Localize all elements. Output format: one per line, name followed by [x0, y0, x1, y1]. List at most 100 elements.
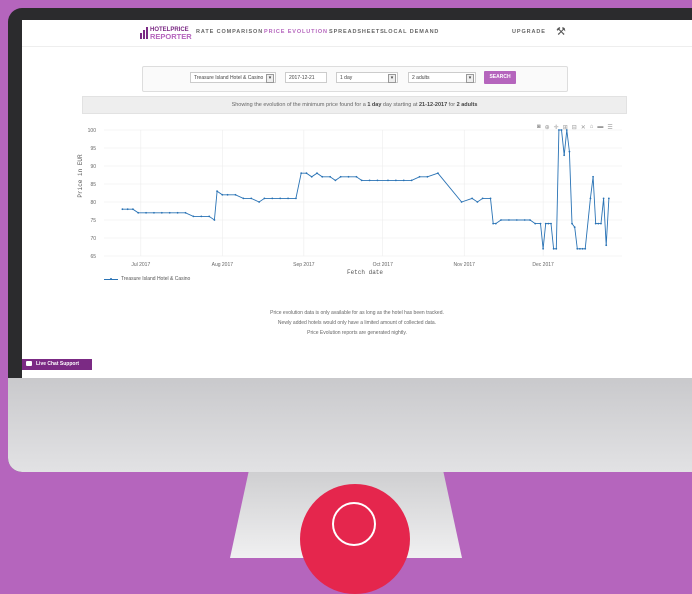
data-point[interactable]: [234, 193, 237, 196]
data-point[interactable]: [213, 219, 216, 221]
data-point[interactable]: [258, 201, 261, 203]
data-point[interactable]: [137, 211, 140, 214]
data-point[interactable]: [576, 247, 579, 250]
data-point[interactable]: [402, 179, 405, 182]
data-point[interactable]: [287, 197, 289, 200]
series-points: [121, 129, 610, 250]
live-chat-button[interactable]: Live Chat Support: [22, 359, 92, 370]
data-point[interactable]: [126, 208, 129, 211]
data-point[interactable]: [557, 129, 560, 131]
date-input[interactable]: 2017-12-21: [285, 72, 327, 83]
data-point[interactable]: [387, 179, 389, 182]
duration-select[interactable]: 1 day ▾: [336, 72, 398, 83]
data-point[interactable]: [471, 197, 474, 200]
hotel-select[interactable]: Treasure Island Hotel & Casino ▾: [190, 72, 276, 83]
data-point[interactable]: [279, 197, 282, 200]
data-point[interactable]: [316, 172, 318, 175]
data-point[interactable]: [523, 219, 526, 221]
data-point[interactable]: [160, 211, 163, 214]
data-point[interactable]: [542, 247, 545, 250]
data-point[interactable]: [605, 244, 608, 247]
data-point[interactable]: [360, 179, 363, 182]
data-point[interactable]: [208, 215, 211, 218]
data-point[interactable]: [418, 175, 421, 178]
data-point[interactable]: [460, 201, 463, 203]
data-point[interactable]: [216, 190, 218, 193]
data-point[interactable]: [515, 219, 518, 221]
data-point[interactable]: [492, 222, 495, 225]
data-point[interactable]: [271, 197, 274, 200]
data-point[interactable]: [494, 222, 497, 225]
data-point[interactable]: [226, 193, 229, 196]
tools-icon[interactable]: ⚒: [556, 25, 566, 38]
data-point[interactable]: [550, 222, 552, 225]
data-point[interactable]: [552, 247, 555, 250]
data-point[interactable]: [547, 222, 550, 225]
data-point[interactable]: [584, 247, 587, 250]
data-point[interactable]: [305, 172, 308, 175]
data-point[interactable]: [339, 175, 342, 178]
data-point[interactable]: [560, 129, 563, 131]
search-button[interactable]: SEARCH: [484, 71, 516, 84]
brand-logo[interactable]: HOTELPRICE REPORTER: [140, 25, 192, 41]
data-point[interactable]: [579, 247, 581, 250]
data-point[interactable]: [571, 222, 573, 225]
data-point[interactable]: [310, 175, 313, 178]
data-point[interactable]: [581, 247, 584, 250]
data-point[interactable]: [295, 197, 297, 200]
data-point[interactable]: [263, 197, 266, 200]
data-point[interactable]: [121, 208, 124, 211]
data-point[interactable]: [221, 193, 224, 196]
data-point[interactable]: [589, 197, 592, 200]
data-point[interactable]: [192, 215, 195, 218]
data-point[interactable]: [592, 175, 594, 178]
data-point[interactable]: [476, 201, 479, 203]
data-point[interactable]: [539, 222, 542, 225]
data-point[interactable]: [597, 222, 600, 225]
data-point[interactable]: [600, 222, 602, 225]
data-point[interactable]: [607, 197, 610, 200]
data-point[interactable]: [394, 179, 397, 182]
data-point[interactable]: [321, 175, 324, 178]
data-point[interactable]: [242, 197, 245, 200]
data-point[interactable]: [573, 226, 576, 229]
data-point[interactable]: [602, 197, 605, 200]
nav-spreadsheets[interactable]: SPREADSHEETS: [329, 29, 385, 35]
data-point[interactable]: [368, 179, 371, 182]
data-point[interactable]: [565, 129, 568, 131]
data-point[interactable]: [481, 197, 484, 200]
data-point[interactable]: [132, 208, 134, 211]
data-point[interactable]: [250, 197, 253, 200]
data-point[interactable]: [534, 222, 537, 225]
data-point[interactable]: [544, 222, 547, 225]
nav-price-evolution[interactable]: PRICE EVOLUTION: [264, 29, 328, 35]
data-point[interactable]: [594, 222, 597, 225]
data-point[interactable]: [184, 211, 187, 214]
data-point[interactable]: [437, 172, 439, 175]
data-point[interactable]: [508, 219, 510, 221]
data-point[interactable]: [153, 211, 155, 214]
chart-legend[interactable]: Treasure Island Hotel & Casino: [104, 276, 190, 282]
data-point[interactable]: [426, 175, 429, 178]
data-point[interactable]: [489, 197, 492, 200]
data-point[interactable]: [555, 247, 558, 250]
data-point[interactable]: [347, 175, 350, 178]
data-point[interactable]: [200, 215, 203, 218]
data-point[interactable]: [563, 154, 566, 157]
nav-upgrade[interactable]: UPGRADE: [512, 29, 546, 35]
guests-select[interactable]: 2 adults ▾: [408, 72, 476, 83]
data-point[interactable]: [168, 211, 171, 214]
data-point[interactable]: [500, 219, 502, 221]
data-point[interactable]: [329, 175, 332, 178]
data-point[interactable]: [300, 172, 303, 175]
data-point[interactable]: [334, 179, 337, 182]
data-point[interactable]: [410, 179, 413, 182]
data-point[interactable]: [529, 219, 531, 221]
nav-rate-comparison[interactable]: RATE COMPARISON: [196, 29, 263, 35]
data-point[interactable]: [568, 150, 571, 153]
data-point[interactable]: [376, 179, 379, 182]
nav-local-demand[interactable]: LOCAL DEMAND: [384, 29, 439, 35]
data-point[interactable]: [145, 211, 147, 214]
data-point[interactable]: [355, 175, 358, 178]
data-point[interactable]: [176, 211, 179, 214]
